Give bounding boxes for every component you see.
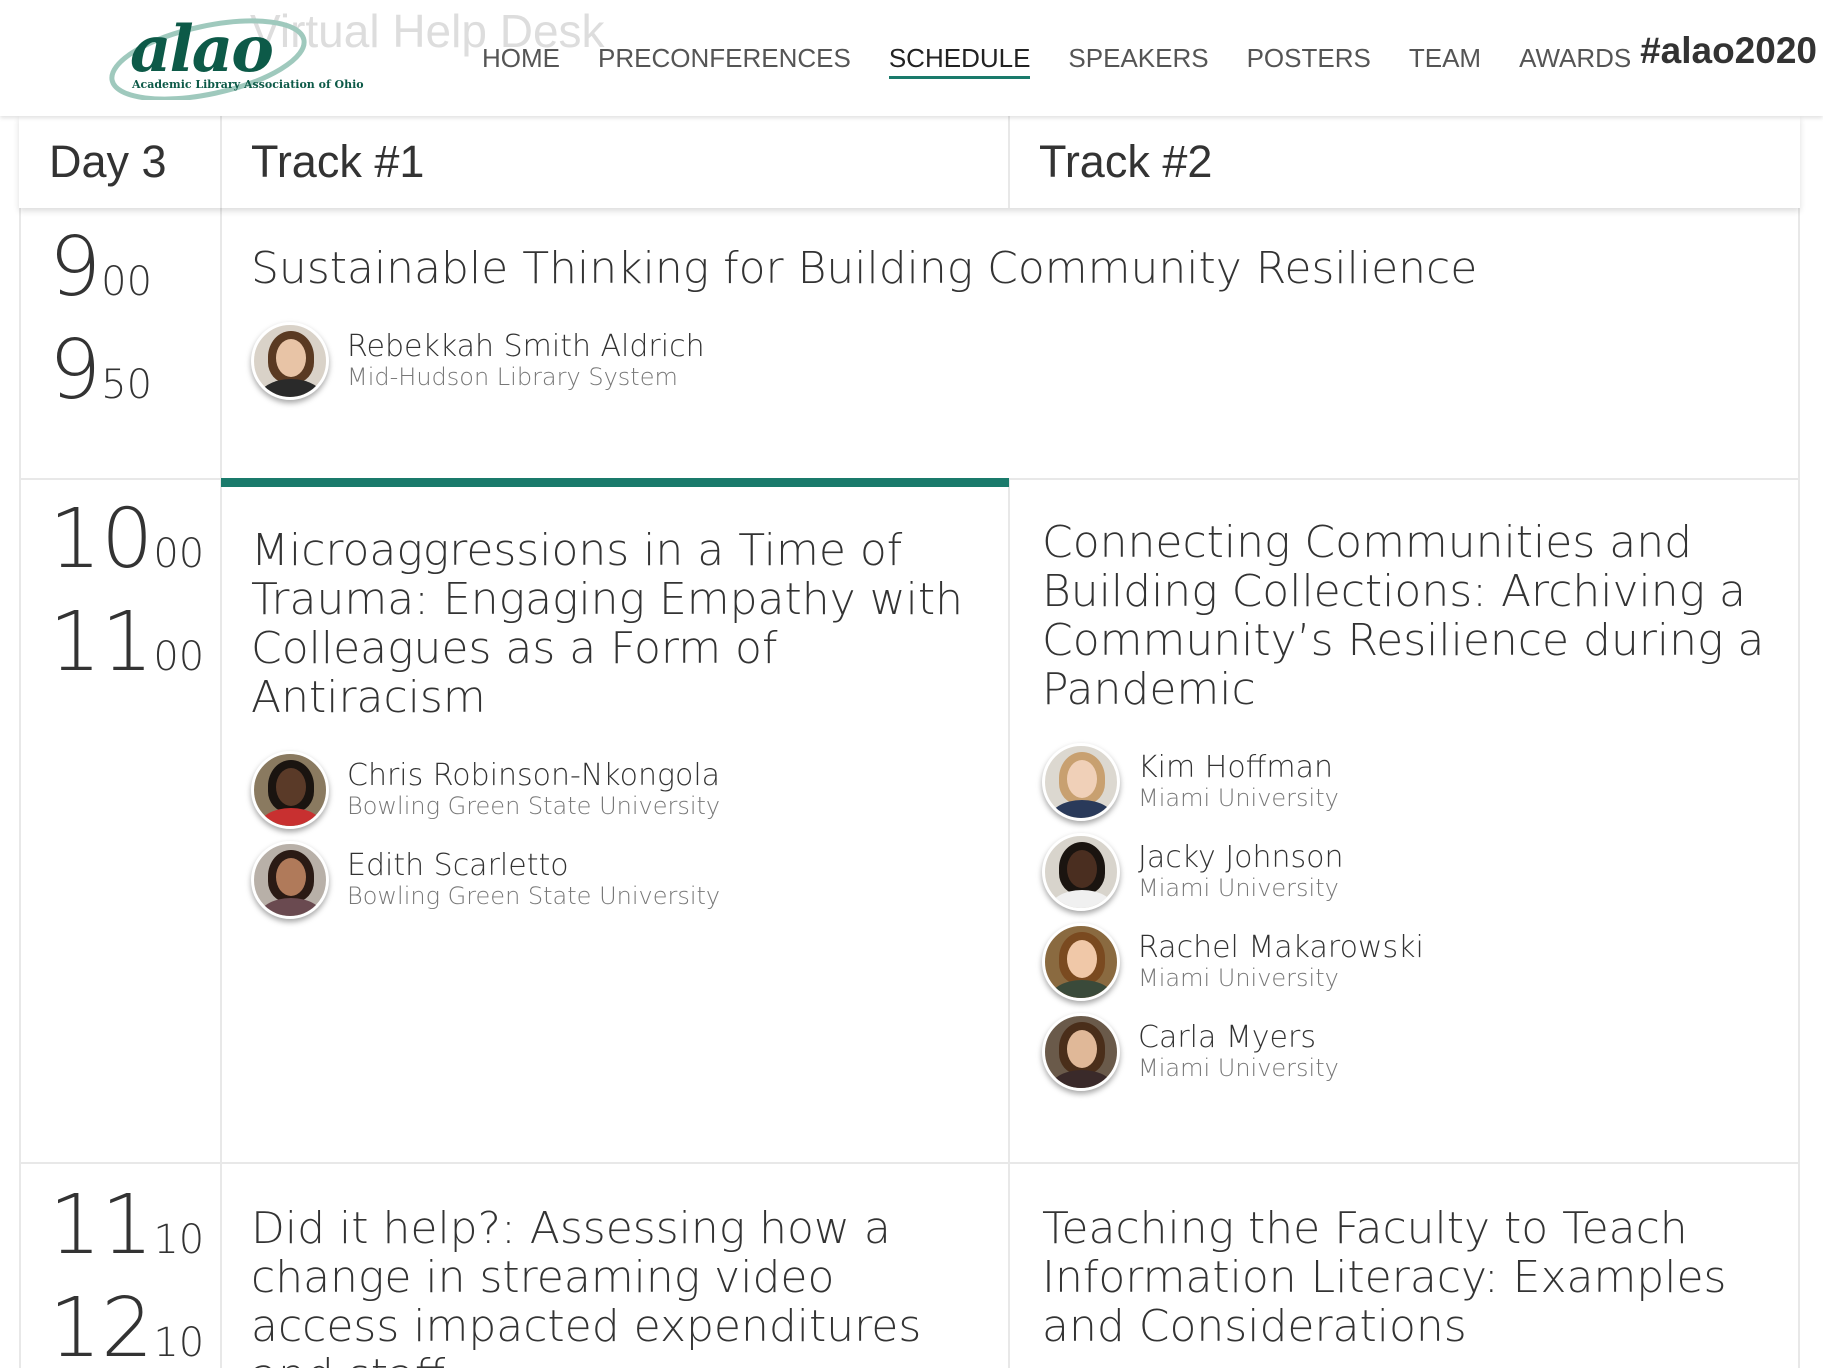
session-title[interactable]: Microaggressions in a Time of Trauma: En… (251, 526, 991, 722)
end-minute: 00 (153, 634, 205, 680)
speaker[interactable]: Edith Scarletto Bowling Green State Univ… (251, 841, 991, 919)
speaker-org: Bowling Green State University (347, 792, 721, 820)
nav-home[interactable]: HOME (482, 40, 560, 79)
speaker-org: Mid-Hudson Library System (347, 363, 678, 391)
nav-speakers[interactable]: SPEAKERS (1068, 40, 1208, 79)
session-title[interactable]: Teaching the Faculty to Teach Informatio… (1042, 1204, 1782, 1351)
end-hour: 12 (49, 1281, 154, 1368)
logo-subtext: Academic Library Association of Ohio (132, 78, 364, 91)
session-track2[interactable]: Teaching the Faculty to Teach Informatio… (1042, 1204, 1782, 1351)
speaker-avatar (1042, 743, 1120, 821)
divider (19, 208, 21, 1368)
alao-logo[interactable]: alao Academic Library Association of Ohi… (108, 12, 364, 100)
speaker[interactable]: Carla Myers Miami University (1042, 1013, 1782, 1091)
speaker-org: Miami University (1138, 1054, 1339, 1082)
session-track1[interactable]: Microaggressions in a Time of Trauma: En… (251, 526, 991, 919)
divider (220, 208, 222, 1368)
end-hour: 11 (49, 595, 154, 690)
speaker-name: Rachel Makarowski (1138, 930, 1424, 965)
site-header: Virtual Help Desk alao Academic Library … (0, 0, 1823, 116)
session-title[interactable]: Sustainable Thinking for Building Commun… (251, 244, 1751, 293)
end-hour: 9 (49, 323, 102, 418)
speaker-avatar (251, 751, 329, 829)
nav-posters[interactable]: POSTERS (1247, 40, 1371, 79)
divider (1008, 478, 1010, 1368)
speaker-avatar (1042, 833, 1120, 911)
start-minute: 00 (153, 531, 205, 577)
end-minute: 10 (153, 1320, 205, 1366)
speaker-avatar (1042, 1013, 1120, 1091)
track2-header: Track #2 (1009, 116, 1800, 208)
divider (1008, 116, 1010, 208)
table-header-row: Day 3 Track #1 Track #2 (19, 116, 1800, 208)
nav-preconferences[interactable]: PRECONFERENCES (598, 40, 851, 79)
logo-word: alao (130, 12, 274, 87)
divider (1798, 208, 1800, 1368)
speaker-org: Miami University (1138, 874, 1339, 902)
nav-schedule[interactable]: SCHEDULE (888, 40, 1031, 79)
speaker-name: Carla Myers (1138, 1020, 1316, 1055)
time-slot: 1000 1100 (49, 499, 205, 706)
speaker-name: Rebekkah Smith Aldrich (347, 329, 705, 364)
divider (19, 1162, 1800, 1164)
session-title[interactable]: Did it help?: Assessing how a change in … (251, 1204, 991, 1368)
hashtag: #alao2020 (1640, 30, 1817, 71)
track1-header: Track #1 (221, 116, 1009, 208)
schedule-table: Day 3 Track #1 Track #2 900 950 Sustaina… (19, 116, 1800, 1368)
speaker[interactable]: Rebekkah Smith Aldrich Mid-Hudson Librar… (251, 322, 1751, 400)
speaker-avatar (1042, 923, 1120, 1001)
speaker-name: Edith Scarletto (347, 848, 569, 883)
session-track2[interactable]: Connecting Communities and Building Coll… (1042, 518, 1782, 1091)
speaker-name: Kim Hoffman (1138, 750, 1333, 785)
session-title[interactable]: Connecting Communities and Building Coll… (1042, 518, 1782, 714)
speaker-avatar (251, 322, 329, 400)
speaker[interactable]: Rachel Makarowski Miami University (1042, 923, 1782, 1001)
speaker[interactable]: Jacky Johnson Miami University (1042, 833, 1782, 911)
speaker-org: Miami University (1138, 964, 1339, 992)
nav-team[interactable]: TEAM (1409, 40, 1481, 79)
start-minute: 00 (101, 259, 153, 305)
current-session-indicator (221, 478, 1009, 487)
time-slot: 900 950 (49, 227, 153, 434)
speaker-org: Miami University (1138, 784, 1339, 812)
divider (220, 116, 222, 208)
session-plenary[interactable]: Sustainable Thinking for Building Commun… (251, 244, 1751, 400)
start-hour: 11 (49, 1178, 154, 1273)
speaker[interactable]: Chris Robinson-Nkongola Bowling Green St… (251, 751, 991, 829)
main-nav: HOME PRECONFERENCES SCHEDULE SPEAKERS PO… (482, 40, 1669, 79)
session-track1[interactable]: Did it help?: Assessing how a change in … (251, 1204, 991, 1368)
end-minute: 50 (101, 362, 153, 408)
speaker-name: Jacky Johnson (1138, 840, 1344, 875)
start-minute: 10 (153, 1217, 205, 1263)
speaker[interactable]: Kim Hoffman Miami University (1042, 743, 1782, 821)
start-hour: 9 (49, 220, 102, 315)
speaker-name: Chris Robinson-Nkongola (347, 758, 721, 793)
time-slot: 1110 1210 (49, 1185, 205, 1368)
speaker-org: Bowling Green State University (347, 882, 721, 910)
day-header: Day 3 (19, 116, 221, 208)
speaker-avatar (251, 841, 329, 919)
nav-awards[interactable]: AWARDS (1519, 40, 1631, 79)
start-hour: 10 (49, 492, 154, 587)
